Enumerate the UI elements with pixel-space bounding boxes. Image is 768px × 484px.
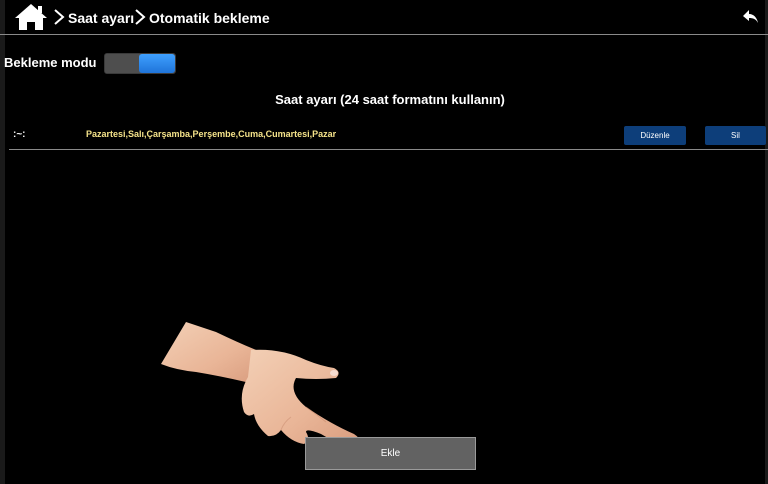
table-row: :~: Pazartesi,Salı,Çarşamba,Perşembe,Cum… [9,123,768,150]
edit-button[interactable]: Düzenle [624,126,686,145]
section-title: Saat ayarı (24 saat formatını kullanın) [275,92,505,107]
toggle-off-half [105,54,139,73]
schedule-time: :~: [13,129,26,140]
back-arrow-icon[interactable] [742,9,760,25]
schedule-days: Pazartesi,Salı,Çarşamba,Perşembe,Cuma,Cu… [86,129,337,139]
breadcrumb-saat-ayari[interactable]: Saat ayarı [68,9,134,27]
standby-mode-label: Bekleme modu [4,55,97,70]
left-edge [0,0,5,484]
breadcrumb-otomatik-bekleme: Otomatik bekleme [149,10,270,26]
header-bar: Saat ayarı Otomatik bekleme [0,0,768,35]
pointing-hand-illustration [156,322,376,452]
screen: Saat ayarı Otomatik bekleme Bekleme modu… [0,0,768,484]
chevron-right-icon [134,8,146,26]
standby-mode-toggle[interactable] [104,53,176,74]
home-icon[interactable] [14,3,48,31]
chevron-right-icon [53,8,65,26]
toggle-on-half [139,54,175,73]
add-button[interactable]: Ekle [305,437,476,470]
delete-button[interactable]: Sil [705,126,766,145]
